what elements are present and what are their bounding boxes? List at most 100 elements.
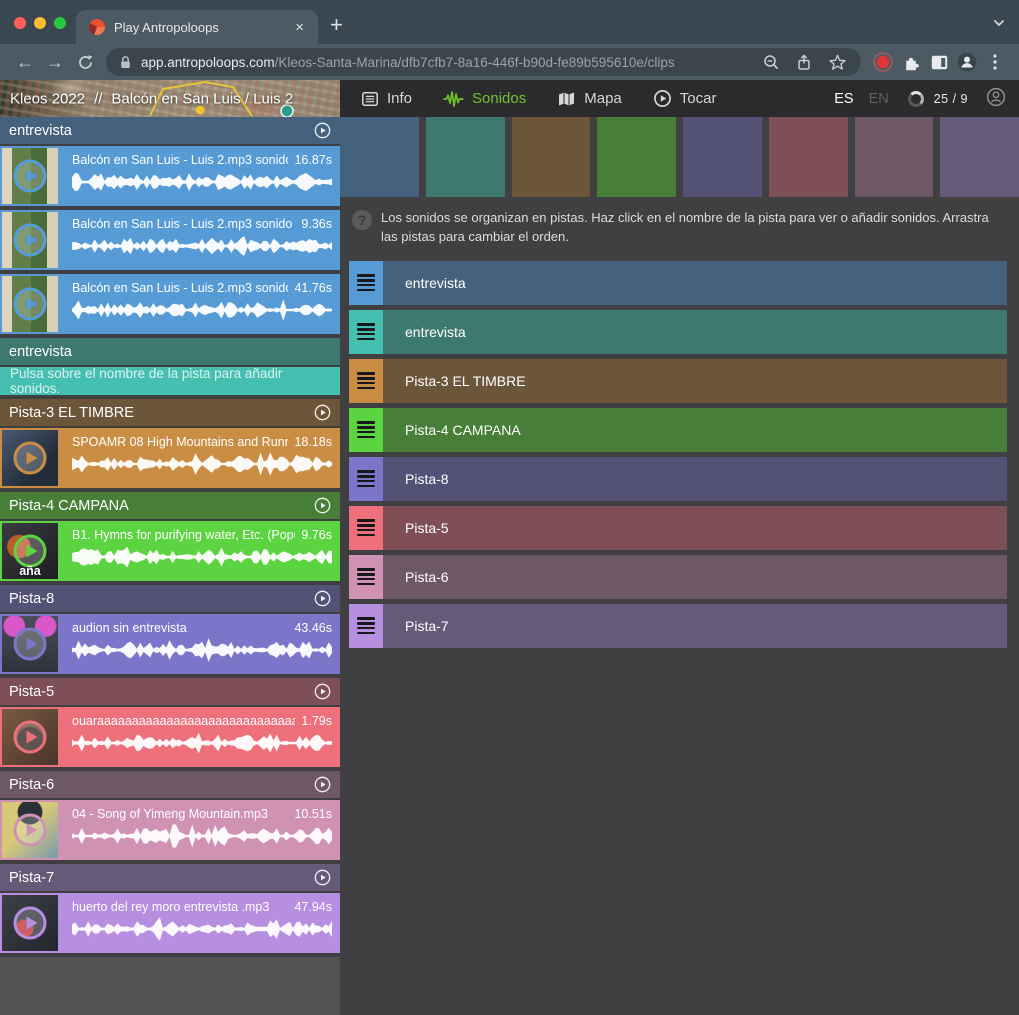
bookmark-star-icon[interactable] xyxy=(825,54,849,71)
nav-info[interactable]: Info xyxy=(361,90,412,108)
clip-play-icon[interactable] xyxy=(13,223,47,257)
track-header[interactable]: Pista-7 xyxy=(0,864,340,891)
clip-thumbnail[interactable] xyxy=(2,895,58,951)
clip-play-icon[interactable] xyxy=(13,813,47,847)
track-header[interactable]: Pista-5 xyxy=(0,678,340,705)
track-header[interactable]: Pista-4 CAMPANA xyxy=(0,492,340,519)
clip-duration: 43.46s xyxy=(294,621,332,635)
clip-thumbnail[interactable] xyxy=(2,802,58,858)
track-header[interactable]: entrevista xyxy=(0,117,340,144)
loader-icon xyxy=(908,91,924,107)
clip-play-icon[interactable] xyxy=(13,627,47,661)
tab-strip-chevron-icon[interactable] xyxy=(993,14,1005,32)
clip-play-icon[interactable] xyxy=(13,534,47,568)
track-row-8[interactable]: Pista-7 xyxy=(349,604,1007,648)
zoom-window-icon[interactable] xyxy=(54,17,66,29)
drag-handle[interactable] xyxy=(349,555,383,599)
map-thumbnail[interactable]: Kleos 2022 // Balcón en San Luis / Luis … xyxy=(0,80,340,117)
track-play-icon[interactable] xyxy=(314,122,331,139)
clip-thumbnail[interactable] xyxy=(2,430,58,486)
track-row-5[interactable]: Pista-8 xyxy=(349,457,1007,501)
nav-sonidos[interactable]: Sonidos xyxy=(443,90,526,108)
audio-clip[interactable]: añaB1. Hymns for purifying water, Etc. (… xyxy=(0,521,340,581)
tab-close-icon[interactable]: × xyxy=(291,18,308,37)
drag-handle[interactable] xyxy=(349,359,383,403)
audio-clip[interactable]: ouaraaaaaaaaaaaaaaaaaaaaaaaaaaaaaaaaaaa.… xyxy=(0,707,340,767)
extensions-puzzle-icon[interactable] xyxy=(897,48,925,76)
swatch-5 xyxy=(683,117,762,197)
audio-clip[interactable]: 04 - Song of Yimeng Mountain.mp310.51s xyxy=(0,800,340,860)
side-panel-icon[interactable] xyxy=(925,48,953,76)
track-play-icon[interactable] xyxy=(314,497,331,514)
track-header[interactable]: Pista-8 xyxy=(0,585,340,612)
back-button[interactable]: ← xyxy=(10,47,40,77)
lang-es-button[interactable]: ES xyxy=(834,91,853,107)
clip-play-icon[interactable] xyxy=(13,287,47,321)
clip-counter: 25 / 9 xyxy=(934,92,968,106)
clip-thumbnail[interactable] xyxy=(2,709,58,765)
sidebar-track-2: entrevistaPulsa sobre el nombre de la pi… xyxy=(0,338,340,395)
track-header[interactable]: Pista-6 xyxy=(0,771,340,798)
row-track-name: Pista-6 xyxy=(405,569,449,585)
track-header[interactable]: entrevista xyxy=(0,338,340,365)
new-tab-button[interactable]: + xyxy=(330,14,343,36)
track-row-2[interactable]: entrevista xyxy=(349,310,1007,354)
browser-tab[interactable]: Play Antropoloops × xyxy=(76,10,318,44)
account-icon[interactable] xyxy=(986,87,1006,111)
track-empty-hint: Pulsa sobre el nombre de la pista para a… xyxy=(0,367,340,395)
clip-play-icon[interactable] xyxy=(13,441,47,475)
profile-avatar-icon[interactable] xyxy=(953,48,981,76)
track-color-swatches xyxy=(340,117,1019,197)
audio-clip[interactable]: SPOAMR 08 High Mountains and Running ...… xyxy=(0,428,340,488)
drag-handle[interactable] xyxy=(349,506,383,550)
track-play-icon[interactable] xyxy=(314,590,331,607)
track-play-icon[interactable] xyxy=(314,683,331,700)
drag-handle[interactable] xyxy=(349,261,383,305)
clip-thumbnail[interactable] xyxy=(2,616,58,672)
track-play-icon[interactable] xyxy=(314,869,331,886)
lang-en-button[interactable]: EN xyxy=(869,91,889,107)
track-row-6[interactable]: Pista-5 xyxy=(349,506,1007,550)
clip-thumbnail[interactable]: aña xyxy=(2,523,58,579)
nav-tocar[interactable]: Tocar xyxy=(653,89,717,108)
share-icon[interactable] xyxy=(792,54,816,71)
record-extension-icon[interactable] xyxy=(869,48,897,76)
audio-clip[interactable]: Balcón en San Luis - Luis 2.mp3 sonido h… xyxy=(0,274,340,334)
nav-mapa[interactable]: Mapa xyxy=(557,90,622,108)
drag-handle[interactable] xyxy=(349,604,383,648)
map-icon xyxy=(557,90,576,108)
breadcrumb: Kleos 2022 // Balcón en San Luis / Luis … xyxy=(10,90,293,107)
reload-button[interactable] xyxy=(70,47,100,77)
audio-clip[interactable]: audion sin entrevista43.46s xyxy=(0,614,340,674)
track-play-icon[interactable] xyxy=(314,404,331,421)
audio-clip[interactable]: huerto del rey moro entrevista .mp347.94… xyxy=(0,893,340,953)
track-header[interactable]: Pista-3 EL TIMBRE xyxy=(0,399,340,426)
audio-clip[interactable]: Balcón en San Luis - Luis 2.mp3 sonido h… xyxy=(0,146,340,206)
zoom-icon[interactable] xyxy=(759,54,783,71)
close-window-icon[interactable] xyxy=(14,17,26,29)
audio-clip[interactable]: Balcón en San Luis - Luis 2.mp3 sonido h… xyxy=(0,210,340,270)
url-bar[interactable]: app.antropoloops.com/Kleos-Santa-Marina/… xyxy=(106,48,861,76)
drag-handle[interactable] xyxy=(349,457,383,501)
clip-thumbnail[interactable] xyxy=(2,276,58,332)
forward-button[interactable]: → xyxy=(40,47,70,77)
clip-play-icon[interactable] xyxy=(13,906,47,940)
clip-play-icon[interactable] xyxy=(13,159,47,193)
drag-handle[interactable] xyxy=(349,310,383,354)
track-row-4[interactable]: Pista-4 CAMPANA xyxy=(349,408,1007,452)
track-row-3[interactable]: Pista-3 EL TIMBRE xyxy=(349,359,1007,403)
drag-handle[interactable] xyxy=(349,408,383,452)
clip-play-icon[interactable] xyxy=(13,720,47,754)
swatch-4 xyxy=(597,117,676,197)
breadcrumb-project[interactable]: Kleos 2022 xyxy=(10,90,85,107)
browser-menu-icon[interactable] xyxy=(981,48,1009,76)
minimize-window-icon[interactable] xyxy=(34,17,46,29)
clip-thumbnail[interactable] xyxy=(2,148,58,204)
track-row-7[interactable]: Pista-6 xyxy=(349,555,1007,599)
tab-title: Play Antropoloops xyxy=(114,20,282,35)
clip-thumbnail[interactable] xyxy=(2,212,58,268)
track-play-icon[interactable] xyxy=(314,776,331,793)
url-text[interactable]: app.antropoloops.com/Kleos-Santa-Marina/… xyxy=(141,55,750,70)
page-content: entrevistaBalcón en San Luis - Luis 2.mp… xyxy=(0,117,1019,1015)
track-row-1[interactable]: entrevista xyxy=(349,261,1007,305)
